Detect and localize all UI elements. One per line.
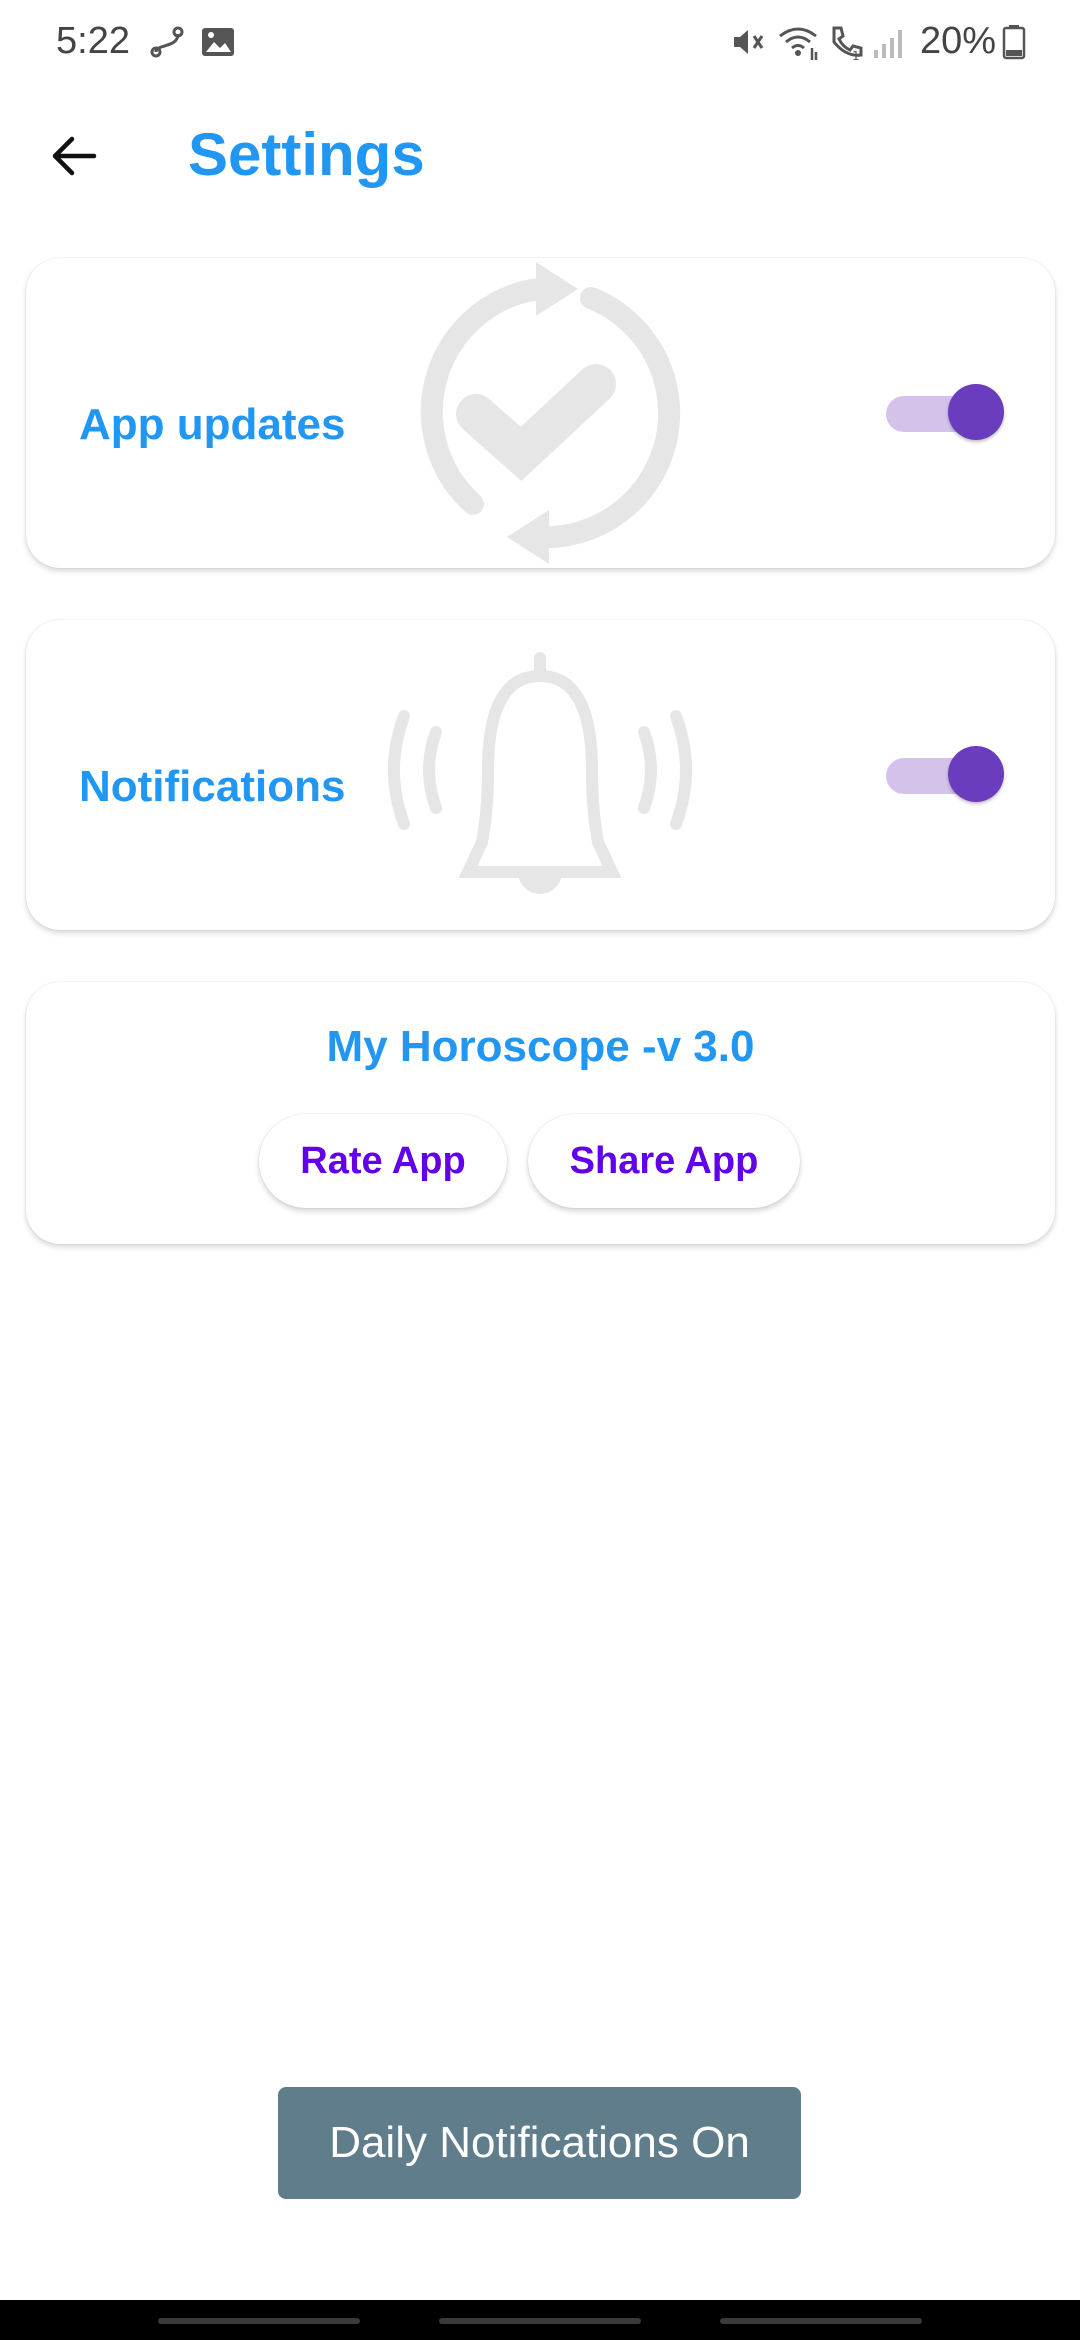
call-icon: 1 (832, 26, 863, 62)
back-button[interactable] (36, 118, 112, 194)
app-updates-label: App updates (79, 400, 346, 449)
gallery-icon (202, 28, 234, 56)
wifi-icon (779, 27, 818, 60)
app-info-card: My Horoscope -v 3.0 Rate App Share App (26, 982, 1055, 1244)
switch-thumb (948, 746, 1004, 802)
nav-home-handle[interactable] (439, 2318, 641, 2324)
notifications-label: Notifications (79, 762, 346, 811)
battery-percent: 20% (920, 20, 997, 62)
signal-icon (874, 30, 902, 58)
notifications-switch[interactable] (878, 742, 1004, 806)
app-bar: Settings (0, 100, 1080, 220)
settings-screen: 5:22 1 20% Settings App updates Notifica… (0, 0, 1080, 2340)
arrow-left-icon (52, 136, 97, 176)
link-icon (150, 26, 184, 58)
switch-thumb (948, 384, 1004, 440)
svg-text:1: 1 (852, 49, 860, 62)
app-updates-switch[interactable] (878, 380, 1004, 444)
status-bar: 5:22 1 20% (0, 0, 1080, 86)
mute-icon (734, 30, 764, 54)
notifications-card: Notifications (26, 620, 1055, 930)
page-title: Settings (188, 121, 425, 188)
app-version-title: My Horoscope -v 3.0 (326, 1022, 755, 1071)
toast-message: Daily Notifications On (278, 2087, 801, 2199)
app-updates-card: App updates (26, 258, 1055, 568)
nav-recent-handle[interactable] (158, 2318, 360, 2324)
nav-back-handle[interactable] (720, 2318, 922, 2324)
status-time: 5:22 (56, 20, 130, 62)
battery-icon (1002, 25, 1026, 60)
rate-app-button[interactable]: Rate App (259, 1114, 507, 1208)
navigation-bar (0, 2300, 1080, 2340)
share-app-button[interactable]: Share App (528, 1114, 800, 1208)
